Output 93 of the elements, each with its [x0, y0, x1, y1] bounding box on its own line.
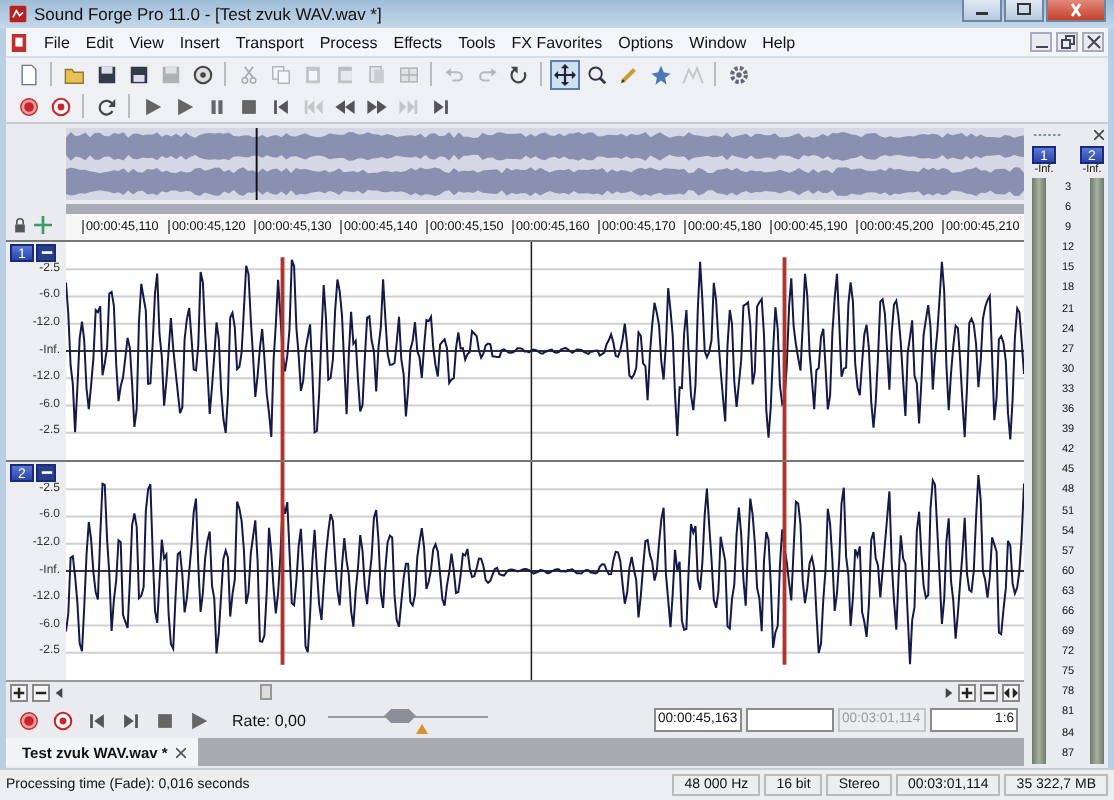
floppy-icon: [95, 63, 117, 85]
page-icon: [17, 63, 39, 85]
marker-line[interactable]: [280, 462, 285, 665]
skip-forward-icon: [119, 709, 141, 731]
maximize-button[interactable]: [1004, 0, 1044, 22]
minus-icon: [39, 246, 53, 260]
folder-icon: [63, 63, 85, 85]
menu-item[interactable]: View: [121, 33, 172, 51]
scroll-right-icon[interactable]: [944, 685, 954, 699]
circular-arrow-icon: [507, 63, 529, 85]
grip-icon[interactable]: [1032, 132, 1064, 138]
menu-item[interactable]: Tools: [450, 33, 504, 51]
rate-slider[interactable]: [327, 706, 488, 734]
zoom-in-button[interactable]: [958, 683, 976, 701]
marker-line[interactable]: [782, 257, 787, 460]
menu-item[interactable]: Transport: [227, 33, 312, 51]
copy-icon: [269, 63, 291, 85]
minus-icon: [39, 466, 53, 480]
undo-icon: [443, 63, 465, 85]
plus-icon: [12, 685, 26, 699]
grid-icon: [397, 63, 419, 85]
menu-item[interactable]: Insert: [171, 33, 228, 51]
clipboard-icon: [301, 63, 323, 85]
disc-icon: [191, 63, 213, 85]
gear-icon: [727, 63, 749, 85]
edit-tool-button[interactable]: [549, 59, 579, 89]
close-icon[interactable]: [1094, 130, 1104, 140]
skip-back-icon: [269, 95, 291, 117]
slider-thumb[interactable]: [383, 708, 416, 724]
skip-forward-icon: [429, 95, 451, 117]
plus-icon: [960, 685, 974, 699]
floppy-icon: [127, 63, 149, 85]
triangle-marker-icon: [415, 724, 428, 734]
menu-item[interactable]: Edit: [77, 33, 122, 51]
close-button[interactable]: [1046, 0, 1106, 22]
close-button[interactable]: [1082, 32, 1104, 52]
window-title: Sound Forge Pro 11.0 - [Test zvuk WAV.wav *]: [34, 4, 384, 24]
zoom-out-button[interactable]: [980, 683, 998, 701]
play-icon: [141, 95, 163, 117]
close-icon[interactable]: [175, 747, 186, 757]
scroll-left-icon[interactable]: [54, 685, 64, 699]
zoom-fit-button[interactable]: [1002, 683, 1020, 701]
marker-line[interactable]: [782, 462, 787, 665]
peaks-icon: [681, 63, 703, 85]
menu-item[interactable]: Effects: [385, 33, 451, 51]
menu-item[interactable]: Help: [754, 33, 804, 51]
minimize-button[interactable]: [962, 0, 1002, 22]
play-icon: [187, 709, 209, 731]
marker-line[interactable]: [280, 257, 285, 460]
redo-icon: [475, 63, 497, 85]
clipboard-icon: [333, 63, 355, 85]
restore-icon: [1059, 34, 1075, 50]
time-field[interactable]: [746, 708, 834, 732]
cross-arrows-icon: [553, 63, 575, 85]
collapse-button[interactable]: [36, 244, 56, 262]
skip-back-icon: [301, 95, 323, 117]
double-arrow-icon: [1004, 685, 1018, 699]
skip-forward-icon: [397, 95, 419, 117]
menu-item[interactable]: File: [36, 33, 78, 51]
star-icon: [649, 63, 671, 85]
fast-forward-icon: [365, 95, 387, 117]
scroll-thumb[interactable]: [259, 684, 272, 700]
stop-icon: [237, 95, 259, 117]
record-icon: [51, 709, 73, 731]
record-icon: [17, 95, 39, 117]
app-icon: [8, 4, 28, 24]
maximize-icon: [1014, 2, 1034, 18]
menu-item[interactable]: Options: [610, 33, 682, 51]
close-icon: [1085, 34, 1101, 50]
lock-icon[interactable]: [12, 218, 28, 234]
record-icon: [49, 95, 71, 117]
menu-item[interactable]: Window: [681, 33, 755, 51]
minimize-button[interactable]: [1030, 32, 1052, 52]
rate-label: Rate: 0,00: [232, 711, 306, 729]
record-icon: [17, 709, 39, 731]
floppy-icon: [159, 63, 181, 85]
rewind-icon: [333, 95, 355, 117]
scissors-icon: [237, 63, 259, 85]
pages-icon: [365, 63, 387, 85]
pencil-icon: [617, 63, 639, 85]
close-icon: [1066, 2, 1086, 18]
collapse-button[interactable]: [36, 464, 56, 482]
play-icon: [173, 95, 195, 117]
zoom-out-button[interactable]: [32, 683, 50, 701]
snap-icon[interactable]: [34, 216, 52, 234]
skip-back-icon: [85, 709, 107, 731]
search-icon: [585, 63, 607, 85]
restore-button[interactable]: [1056, 32, 1078, 52]
menu-item[interactable]: FX Favorites: [503, 33, 611, 51]
stop-icon: [153, 709, 175, 731]
menu-item[interactable]: Process: [311, 33, 386, 51]
circular-arrow-icon: [95, 95, 117, 117]
zoom-in-button[interactable]: [10, 683, 28, 701]
